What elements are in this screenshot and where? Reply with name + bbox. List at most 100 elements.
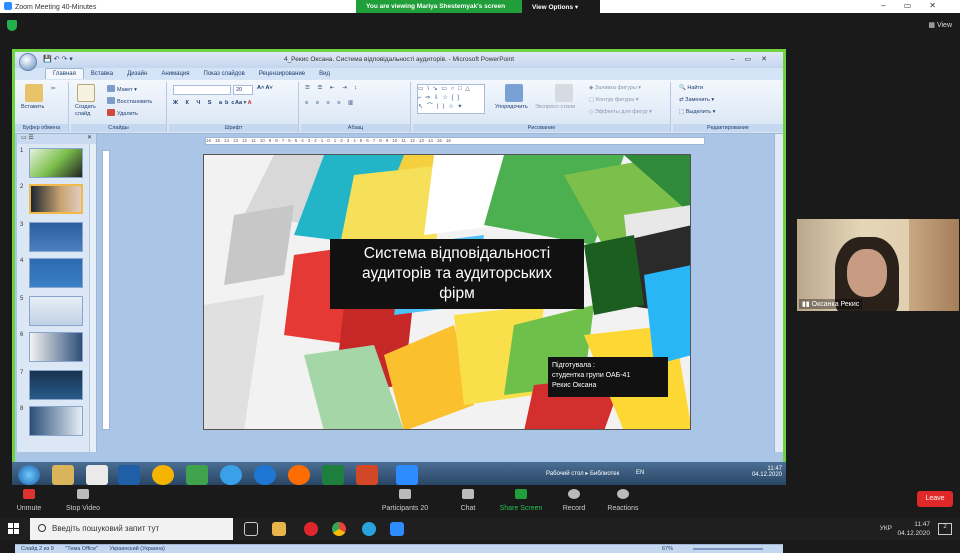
zoom-window-controls[interactable]: –▭✕ [881,1,954,10]
powerpoint-titlebar: 💾 ↶ ↷ ▾ 4_Рекис Оксана. Система відповід… [15,52,783,71]
stop-video-button[interactable]: Stop Video [58,489,108,512]
slide-vertical-scrollbar[interactable] [774,134,783,452]
system-clock[interactable]: 11:47 04.12.2020 [897,520,930,538]
shape-outline-button[interactable]: ▢ Контур фигуры ▾ [589,97,639,103]
view-options-button[interactable]: View Options ▾ [522,0,600,13]
save-app-icon[interactable] [118,465,140,485]
remote-lang[interactable]: EN [636,470,644,476]
participants-button[interactable]: Participants 20 [380,489,430,512]
panel-tabs[interactable]: ▭ ☰ ✕ [17,134,96,144]
notification-icon[interactable]: 2 [938,523,952,535]
current-slide[interactable]: Система відповідальності аудиторів та ау… [203,154,691,430]
security-shield-icon[interactable] [7,20,17,31]
slide-thumbnail[interactable]: 4 [17,256,89,288]
replace-button[interactable]: ⇄ Заменить ▾ [679,97,714,103]
font-name-field[interactable] [173,85,231,95]
slide-author-box[interactable]: Підготувала : студентка групи ОАБ-41 Рек… [548,357,668,397]
windows-start-icon[interactable] [8,523,19,534]
delete-slide-button[interactable]: Удалить [107,109,138,117]
slide-thumbnail[interactable]: 5 [17,294,89,326]
arrange-button[interactable]: Упорядочить [495,104,528,110]
quick-access-toolbar[interactable]: 💾 ↶ ↷ ▾ [43,55,73,63]
chat-button[interactable]: Chat [443,489,493,512]
powerpoint-icon[interactable] [356,465,378,485]
calendar-icon[interactable] [86,465,108,485]
tab-view[interactable]: Вид [312,69,337,79]
align-buttons[interactable]: ≡ ≡ ≡ ≡ ▥ [305,100,356,106]
zoom-icon[interactable] [396,465,418,485]
zoom-slider[interactable] [693,548,763,550]
tab-design[interactable]: Дизайн [120,69,154,79]
list-buttons[interactable]: ☰ ☰ ⇤ ⇥ ↕ [305,85,360,91]
editing-group: 🔍 Найти ⇄ Заменить ▾ ⬚ Выделить ▾ Редакт… [673,82,783,132]
layout-button[interactable]: Макет ▾ [107,85,137,93]
thumbnail-scrollbar[interactable] [89,144,96,452]
office-button-icon[interactable] [19,53,37,71]
record-button[interactable]: Record [549,489,599,512]
font-color-icon[interactable]: Aa ▾ A [235,100,252,106]
taskbar-search-input[interactable]: Введіть пошуковий запит тут [30,518,233,540]
participants-icon [399,489,411,499]
participant-video[interactable]: ▮▮ Оксанка Рекис [797,219,959,311]
cut-icon[interactable]: ✂ [51,86,56,92]
font-size-field[interactable]: 20 [233,85,253,95]
tab-animation[interactable]: Анимация [154,69,196,79]
unmute-button[interactable]: Unmute [4,489,54,512]
shape-effects-button[interactable]: ◇ Эффекты для фигур ▾ [589,109,652,115]
paste-icon[interactable] [25,84,43,102]
slide-thumbnail[interactable]: 1 [17,146,89,178]
ie-icon[interactable] [220,465,242,485]
find-button[interactable]: 🔍 Найти [679,85,703,91]
quick-styles-icon[interactable] [555,84,573,102]
chrome-icon[interactable] [332,522,346,536]
tab-home[interactable]: Главная [45,68,84,79]
telegram-icon[interactable] [362,522,376,536]
thumbnail-image [29,370,83,400]
grow-font-icon[interactable]: A˄ A˅ [257,85,273,91]
leave-button[interactable]: Leave [917,491,953,507]
tab-review[interactable]: Рецензирование [252,69,312,79]
slide-thumbnail[interactable]: 3 [17,220,89,252]
excel-icon[interactable] [322,465,344,485]
remote-start-icon[interactable] [18,465,40,485]
font-format-buttons[interactable]: Ж К Ч S abc [173,100,237,106]
select-button[interactable]: ⬚ Выделить ▾ [679,109,715,115]
tab-insert[interactable]: Вставка [84,69,120,79]
language-indicator[interactable]: УКР [880,525,892,532]
torrent-icon[interactable] [186,465,208,485]
quick-styles-button[interactable]: Экспресс-стили [535,104,575,110]
new-slide-icon[interactable] [77,84,95,102]
powerpoint-window-controls[interactable]: –▭✕ [731,55,777,63]
language-indicator[interactable]: Украинский (Украина) [110,546,165,552]
firefox-old-icon[interactable] [254,465,276,485]
explorer-icon[interactable] [52,465,74,485]
shapes-gallery[interactable]: ▭ \ ↘ ▭ ○ □ △ ⌐ ⇒ ⇩ ☆ { } ↖ ⌒ ⟨ ⟩ ☆ ✦ [417,84,485,114]
view-button[interactable]: ▦ View [928,21,952,29]
slide-thumbnail[interactable]: 7 [17,368,89,400]
firefox-icon[interactable] [288,465,310,485]
new-slide-button[interactable]: Создать слайд [75,104,101,118]
reset-button[interactable]: Восстановить [107,97,152,105]
task-view-icon[interactable] [244,522,258,536]
slide-thumbnail[interactable]: 6 [17,330,89,362]
font-group: 20 A˄ A˅ Ж К Ч S abc Aa ▾ A Шрифт [169,82,299,132]
remote-desktop-label[interactable]: Рабочий стол ▸ Библиотек [546,470,619,477]
camera-icon [77,489,89,499]
slide-thumbnail-selected[interactable]: 2 [17,182,89,214]
reactions-button[interactable]: Reactions [598,489,648,512]
arrange-icon[interactable] [505,84,523,102]
opera-icon[interactable] [304,522,318,536]
tab-slideshow[interactable]: Показ слайдов [197,69,252,79]
slides-group-label: Слайды [71,124,166,132]
zoom-percent[interactable]: 67% [662,546,673,552]
share-screen-button[interactable]: Share Screen [496,489,546,512]
zoom-taskbar-icon[interactable] [390,522,404,536]
paste-button[interactable]: Вставить [21,104,44,110]
shape-fill-button[interactable]: ◆ Заливка фигуры ▾ [589,85,641,91]
slide-thumbnail[interactable]: 8 [17,404,89,436]
reset-icon [107,97,115,104]
media-icon[interactable] [152,465,174,485]
slide-title[interactable]: Система відповідальності аудиторів та ау… [330,239,584,309]
thumbnail-image [29,148,83,178]
file-explorer-icon[interactable] [272,522,286,536]
